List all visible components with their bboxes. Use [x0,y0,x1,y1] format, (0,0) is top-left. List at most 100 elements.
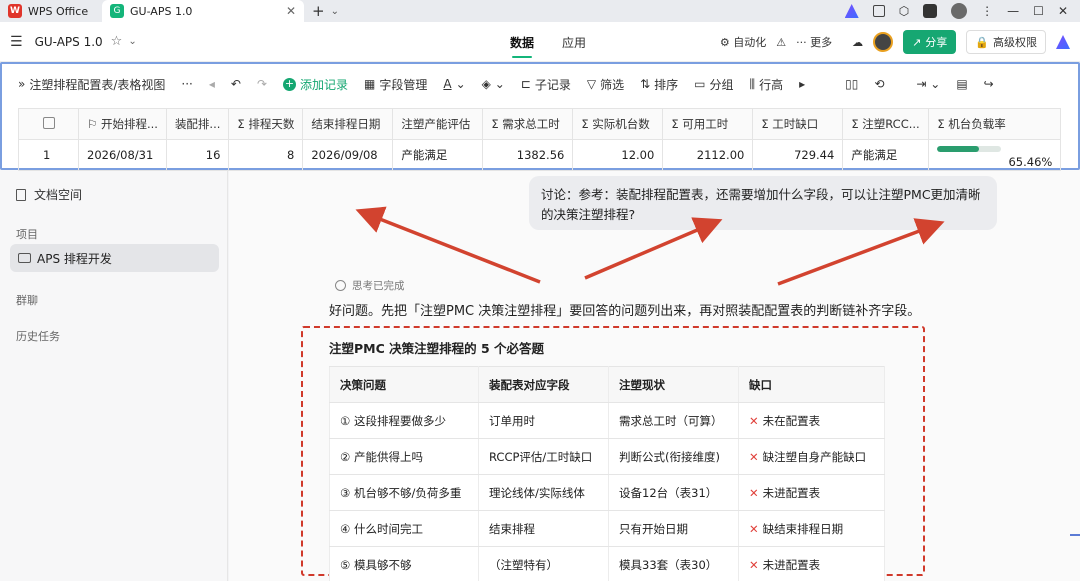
sidebar-section-projects: 项目 [16,228,38,241]
cell-days[interactable]: 8 [228,139,304,171]
cell-capacity-eval[interactable]: 产能满足 [392,139,484,171]
table-cell: （注塑特有） [478,546,609,581]
sidebar-item-aps-project[interactable]: APS 排程开发 [10,244,219,272]
scrollbar-thumb[interactable] [1070,534,1080,536]
close-tab-icon[interactable]: ✕ [286,4,296,18]
permission-button[interactable]: 🔒 高级权限 [966,30,1046,54]
sidebar-section-history[interactable]: 历史任务 [16,328,60,344]
more-icon[interactable]: ··· [181,77,192,91]
fill-color-button[interactable]: ◈ ⌄ [482,77,505,91]
tab-apps[interactable]: 应用 [562,22,586,62]
table-cell: 判断公式(衔接维度) [608,438,739,475]
maximize-icon[interactable]: ☐ [1033,4,1044,18]
cell-load-rate[interactable]: 65.46% [928,139,1062,171]
undo-icon[interactable]: ↶ [231,77,241,91]
more-icon[interactable]: ⋮ [981,4,993,18]
collaborator-avatar[interactable] [873,32,894,52]
cell-hour-gap[interactable]: 729.44 [752,139,844,171]
thinking-status[interactable]: 思考已完成 [335,278,405,293]
share-button[interactable]: ↗ 分享 [903,30,957,54]
app-icon[interactable] [923,4,938,18]
sub-record-button[interactable]: ⊏ 子记录 [521,76,571,93]
group-button[interactable]: ▭ 分组 [694,76,733,93]
select-all-checkbox[interactable] [18,108,79,140]
cell-available-hours[interactable]: 2112.00 [662,139,754,171]
sort-button[interactable]: ⇅ 排序 [640,76,678,93]
col-header[interactable]: Σ 工时缺口 [752,108,844,140]
text-color-button[interactable]: A ⌄ [443,77,465,91]
cell-rcc[interactable]: 产能满足 [842,139,930,171]
tab-gu-aps[interactable]: G GU-APS 1.0 ✕ [102,0,304,22]
sidebar-item-doc-space[interactable]: 文档空间 [16,186,82,203]
col-header-label: 实际机台数 [592,117,650,131]
user-avatar[interactable] [951,3,968,19]
more-button[interactable]: ··· 更多 [796,34,832,50]
permission-label: 高级权限 [993,36,1037,49]
checkbox-icon[interactable] [42,116,55,129]
table-row: ② 产能供得上吗 RCCP评估/工时缺口 判断公式(衔接维度) ✕ 缺注塑自身产能… [329,438,885,475]
share-view-icon[interactable]: ↪ [984,77,994,91]
table-row: ③ 机台够不够/负荷多重 理论线体/实际线体 设备12台（表31） ✕ 未进配置表 [329,474,885,511]
new-tab-icon[interactable]: + [312,2,325,20]
field-manage-button[interactable]: ▦ 字段管理 [364,76,427,93]
col-header: 注塑现状 [608,366,739,403]
chevron-down-icon[interactable]: ⌄ [331,6,339,17]
cell-start-date[interactable]: 2026/08/31 [78,139,167,171]
col-header[interactable]: Σ 需求总工时 [482,108,574,140]
sub-record-label: 子记录 [534,77,571,92]
cube-icon[interactable]: ⬡ [899,4,909,18]
cell-demand-hours[interactable]: 1382.56 [482,139,574,171]
table-cell: ② 产能供得上吗 [329,438,479,475]
thinking-label: 思考已完成 [352,280,405,292]
col-header[interactable]: ⚐ 开始排程... [78,108,167,140]
hamburger-menu-icon[interactable]: ☰ [10,34,23,50]
header-actions: ⚙ 自动化 ⚠ ··· 更多 ☁ ↗ 分享 🔒 高级权限 [720,22,1070,62]
col-header[interactable]: 注塑产能评估 [392,108,484,140]
automation-button[interactable]: ⚙ 自动化 [720,34,766,50]
cloud-icon[interactable]: ☁ [852,36,863,49]
minimize-icon[interactable]: — [1007,4,1019,18]
col-header[interactable]: Σ 注塑RCC... [842,108,930,140]
col-header[interactable]: Σ 机台负载率 [928,108,1062,140]
cell-end-date[interactable]: 2026/09/08 [302,139,394,171]
redo-icon[interactable]: ↷ [257,77,267,91]
col-header[interactable]: Σ 排程天数 [228,108,304,140]
sidebar-section-group-chat[interactable]: 群聊 [16,292,38,308]
col-header[interactable]: 结束排程日期 [302,108,394,140]
clipboard-icon[interactable]: ▤ [956,77,967,91]
filter-button[interactable]: ▽ 筛选 [587,76,624,93]
col-header[interactable]: Σ 可用工时 [662,108,754,140]
ai-assistant-icon[interactable] [1056,35,1070,49]
chevron-down-icon[interactable]: ⌄ [128,36,136,47]
table-row[interactable]: 1 2026/08/31 16 8 2026/09/08 产能满足 1382.5… [18,139,1062,171]
row-height-button[interactable]: ⫼ 行高 [750,76,784,93]
collapse-icon[interactable]: ◂ [209,77,215,91]
table-cell: ④ 什么时间完工 [329,510,479,547]
tab-data[interactable]: 数据 [510,22,534,62]
layout-icon[interactable]: ▯▯ [845,77,858,91]
view-selector[interactable]: » 注塑排程配置表/表格视图 [18,76,165,93]
col-header: 装配表对应字段 [478,366,609,403]
star-icon[interactable]: ☆ [111,34,123,49]
history-icon[interactable]: ⟲ [874,77,884,91]
expand-icon[interactable]: ▸ [799,77,805,91]
warning-icon[interactable]: ⚠ [776,36,786,49]
table-toolbar: » 注塑排程配置表/表格视图 ··· ◂ ↶ ↷ + 添加记录 ▦ 字段管理 A … [2,64,1078,104]
export-icon[interactable]: ⇥ ⌄ [916,77,940,91]
ai-assistant-icon[interactable] [844,4,859,18]
col-header[interactable]: Σ 实际机台数 [572,108,664,140]
tab-wps-office[interactable]: W WPS Office [0,0,102,22]
plus-icon: + [283,76,296,91]
highlight-box: 注塑PMC 决策注塑排程的 5 个必答题 决策问题 装配表对应字段 注塑现状 缺… [301,326,925,581]
col-header-label: 可用工时 [682,117,729,131]
restore-window-icon[interactable] [872,5,885,17]
add-record-button[interactable]: + 添加记录 [283,76,348,93]
sort-label: 排序 [654,77,679,92]
cell-machines[interactable]: 12.00 [572,139,664,171]
col-header: 决策问题 [329,366,479,403]
view-name: 注塑排程配置表/表格视图 [29,77,166,92]
col-header[interactable]: 装配排... [165,108,230,140]
cell-assembly[interactable]: 16 [165,139,230,171]
table-cell: ✕ 未进配置表 [738,546,885,581]
close-window-icon[interactable]: ✕ [1058,4,1068,18]
